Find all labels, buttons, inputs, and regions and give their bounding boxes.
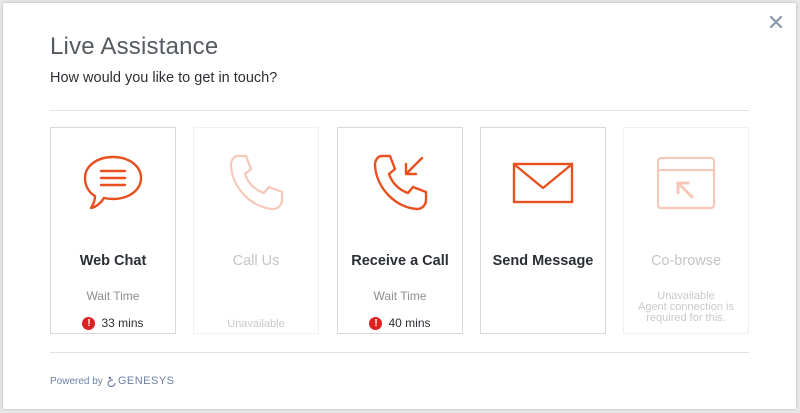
close-icon — [770, 16, 782, 28]
alert-icon: ! — [369, 316, 383, 330]
wait-time-value: 33 mins — [101, 316, 144, 330]
top-divider — [50, 110, 749, 111]
web-chat-card[interactable]: Web Chat Wait Time ! 33 mins — [50, 127, 176, 334]
live-assistance-dialog: Live Assistance How would you like to ge… — [3, 3, 796, 409]
cobrowse-window-icon — [656, 156, 716, 210]
send-message-card[interactable]: Send Message — [480, 127, 606, 334]
co-browse-card: Co-browse Unavailable Agent connection i… — [623, 127, 749, 334]
bottom-divider — [50, 352, 749, 353]
dialog-subtitle: How would you like to get in touch? — [50, 70, 278, 86]
powered-by: Powered by GENESYS — [50, 375, 175, 387]
wait-time-row: ! 33 mins — [51, 316, 175, 330]
incoming-call-icon — [373, 154, 428, 211]
card-label: Send Message — [492, 253, 594, 269]
cobrowse-status: Unavailable Agent connection is required… — [630, 291, 742, 324]
card-label: Co-browse — [650, 253, 722, 269]
genesys-logo-icon — [107, 376, 116, 387]
card-label: Receive a Call — [351, 253, 449, 269]
wait-time-value: 40 mins — [388, 316, 431, 330]
wait-time-row: ! 40 mins — [338, 316, 462, 330]
contact-options: Web Chat Wait Time ! 33 mins Call Us Una… — [50, 127, 750, 337]
envelope-icon — [512, 162, 574, 204]
wait-time-label: Wait Time — [86, 289, 140, 303]
genesys-logo[interactable]: GENESYS — [107, 375, 175, 387]
call-us-card: Call Us Unavailable — [193, 127, 319, 334]
alert-icon: ! — [82, 316, 96, 330]
card-label: Web Chat — [79, 253, 147, 269]
phone-icon — [229, 154, 284, 211]
card-label: Call Us — [232, 253, 280, 269]
genesys-brand-text: GENESYS — [117, 375, 175, 387]
wait-time-label: Wait Time — [373, 289, 427, 303]
receive-a-call-card[interactable]: Receive a Call Wait Time ! 40 mins — [337, 127, 463, 334]
unavailable-note: Agent connection is required for this. — [637, 301, 734, 324]
powered-by-label: Powered by — [50, 375, 103, 387]
chat-bubble-icon — [83, 155, 143, 210]
close-button[interactable] — [766, 12, 786, 32]
unavailable-text: Unavailable — [227, 318, 285, 330]
dialog-title: Live Assistance — [50, 33, 219, 60]
